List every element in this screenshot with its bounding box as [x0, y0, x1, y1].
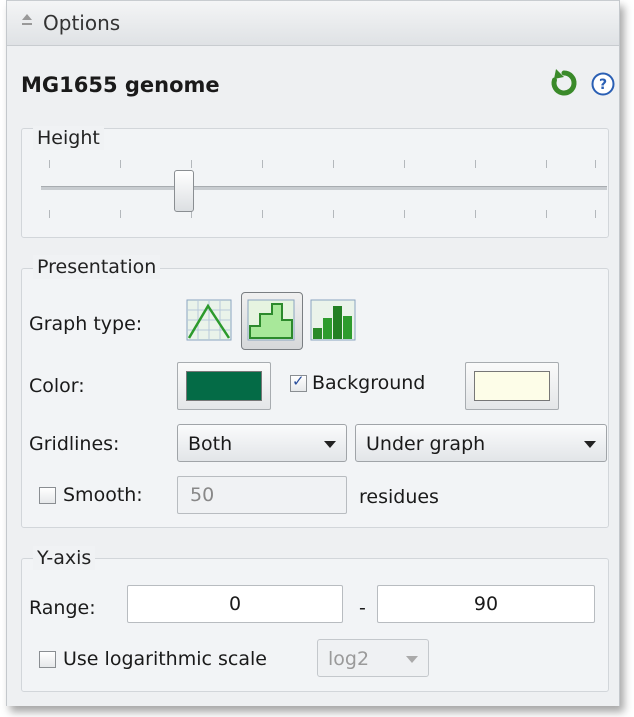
smooth-unit-label: residues	[359, 486, 439, 508]
step-graph-button[interactable]	[241, 292, 303, 350]
range-label: Range:	[29, 597, 96, 619]
height-group	[21, 128, 609, 238]
background-color-swatch	[474, 371, 550, 401]
range-min-input[interactable]: 0	[127, 585, 343, 623]
help-icon[interactable]: ?	[591, 72, 615, 96]
log-scale-checkbox[interactable]	[39, 651, 56, 668]
log-scale-label: Use logarithmic scale	[63, 648, 267, 670]
yaxis-label: Y-axis	[33, 546, 96, 570]
smooth-label: Smooth:	[63, 484, 143, 506]
smooth-checkbox[interactable]	[39, 487, 56, 504]
svg-text:?: ?	[599, 77, 607, 93]
chevron-down-icon	[406, 656, 418, 663]
graph-type-label: Graph type:	[29, 313, 143, 335]
slider-thumb[interactable]	[174, 170, 194, 212]
gridlines-position-dropdown[interactable]: Under graph	[355, 424, 607, 462]
gridlines-label: Gridlines:	[29, 433, 120, 455]
collapse-arrow-icon[interactable]	[21, 11, 33, 31]
smooth-input[interactable]: 50	[177, 476, 347, 514]
background-checkbox[interactable]	[290, 372, 307, 392]
options-header[interactable]: Options	[7, 0, 619, 46]
height-label: Height	[33, 126, 104, 150]
genome-title: MG1655 genome	[21, 73, 220, 97]
log-base-value: log2	[328, 648, 370, 670]
chevron-down-icon	[324, 441, 336, 448]
gridlines-position-value: Under graph	[366, 433, 486, 455]
graph-color-swatch	[186, 371, 262, 401]
panel-title: Options	[43, 11, 121, 35]
background-label: Background	[312, 372, 426, 394]
chevron-down-icon	[584, 441, 596, 448]
yaxis-group	[21, 558, 609, 692]
options-panel: Options MG1655 genome ? Height Presentat…	[6, 0, 620, 706]
graph-color-picker[interactable]	[177, 362, 271, 410]
bar-graph-icon[interactable]	[307, 298, 359, 344]
slider-track[interactable]	[41, 186, 607, 190]
color-label: Color:	[29, 375, 85, 397]
range-separator: -	[359, 597, 366, 619]
step-graph-icon	[247, 299, 295, 341]
range-max-input[interactable]: 90	[377, 585, 595, 623]
log-base-dropdown[interactable]: log2	[317, 639, 429, 677]
reset-icon[interactable]	[549, 68, 579, 98]
presentation-label: Presentation	[33, 255, 161, 279]
gridlines-axis-value: Both	[188, 433, 233, 455]
line-graph-icon[interactable]	[183, 298, 235, 344]
gridlines-axis-dropdown[interactable]: Both	[177, 424, 347, 462]
background-color-picker[interactable]	[465, 362, 559, 410]
